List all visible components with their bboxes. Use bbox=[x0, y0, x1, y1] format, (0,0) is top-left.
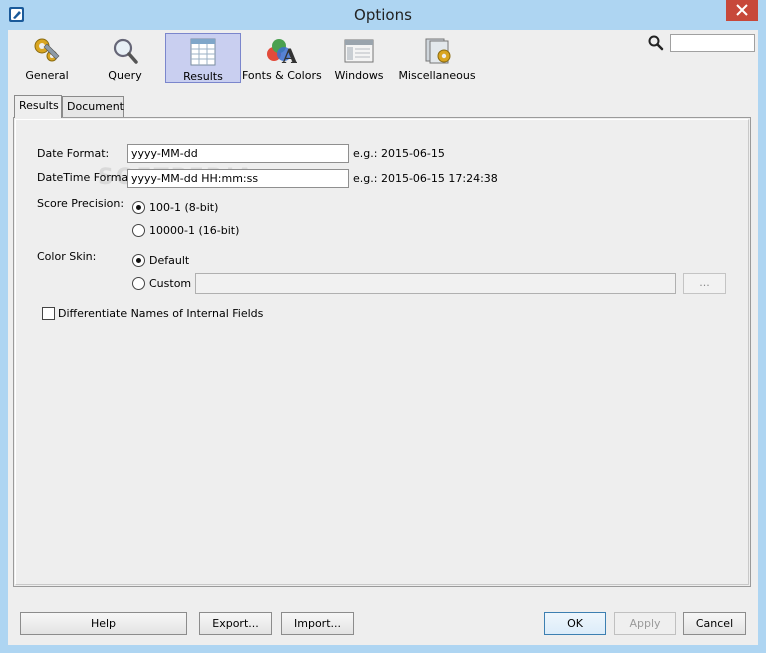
tab-document[interactable]: Document bbox=[62, 96, 124, 117]
toolbar-windows-label: Windows bbox=[334, 69, 384, 82]
windows-icon bbox=[344, 39, 374, 63]
category-toolbar: General Query Results A Fonts & Colors W… bbox=[8, 30, 758, 86]
toolbar-fonts-colors[interactable]: A Fonts & Colors bbox=[242, 33, 322, 83]
date-format-input[interactable]: yyyy-MM-dd bbox=[127, 144, 349, 163]
apply-button[interactable]: Apply bbox=[614, 612, 676, 635]
export-button[interactable]: Export... bbox=[199, 612, 272, 635]
client-area: General Query Results A Fonts & Colors W… bbox=[8, 30, 758, 645]
close-button[interactable] bbox=[726, 0, 758, 21]
differentiate-label: Differentiate Names of Internal Fields bbox=[58, 307, 264, 320]
svg-text:A: A bbox=[281, 44, 297, 66]
score-precision-label: Score Precision: bbox=[37, 197, 125, 210]
toolbar-miscellaneous-label: Miscellaneous bbox=[398, 69, 476, 82]
miscellaneous-icon bbox=[425, 38, 451, 64]
score-16bit-label: 10000-1 (16-bit) bbox=[149, 224, 240, 237]
toolbar-general[interactable]: General bbox=[8, 33, 86, 83]
cancel-button[interactable]: Cancel bbox=[683, 612, 746, 635]
toolbar-results-label: Results bbox=[183, 70, 223, 83]
custom-skin-field[interactable] bbox=[195, 273, 676, 294]
datetime-format-label: DateTime Format: bbox=[37, 171, 137, 184]
score-16bit-radio[interactable] bbox=[132, 224, 145, 237]
general-settings-icon bbox=[34, 38, 60, 62]
tab-results[interactable]: Results bbox=[14, 95, 62, 118]
color-skin-label: Color Skin: bbox=[37, 250, 97, 263]
browse-skin-button[interactable]: ... bbox=[683, 273, 726, 294]
date-format-example: e.g.: 2015-06-15 bbox=[353, 147, 445, 160]
close-icon bbox=[736, 4, 748, 16]
differentiate-checkbox[interactable] bbox=[42, 307, 55, 320]
toolbar-fonts-colors-label: Fonts & Colors bbox=[242, 69, 322, 82]
results-grid-icon bbox=[190, 38, 216, 66]
toolbar-general-label: General bbox=[25, 69, 69, 82]
skin-custom-label: Custom bbox=[149, 277, 192, 290]
title-bar[interactable]: Options bbox=[0, 0, 766, 30]
import-button[interactable]: Import... bbox=[281, 612, 354, 635]
toolbar-query-label: Query bbox=[108, 69, 142, 82]
magnifier-icon bbox=[113, 38, 138, 64]
toolbar-query[interactable]: Query bbox=[86, 33, 164, 83]
toolbar-results[interactable]: Results bbox=[165, 33, 241, 83]
search-icon bbox=[648, 35, 664, 51]
skin-default-radio[interactable] bbox=[132, 254, 145, 267]
search-input[interactable] bbox=[670, 34, 755, 52]
score-8bit-label: 100-1 (8-bit) bbox=[149, 201, 219, 214]
skin-custom-radio[interactable] bbox=[132, 277, 145, 290]
toolbar-windows[interactable]: Windows bbox=[320, 33, 398, 83]
options-window: Options General Query Results A Fonts & … bbox=[0, 0, 766, 653]
datetime-format-input[interactable]: yyyy-MM-dd HH:mm:ss bbox=[127, 169, 349, 188]
toolbar-miscellaneous[interactable]: Miscellaneous bbox=[398, 33, 476, 83]
help-button[interactable]: Help bbox=[20, 612, 187, 635]
fonts-colors-icon: A bbox=[267, 39, 297, 66]
ok-button[interactable]: OK bbox=[544, 612, 606, 635]
window-title: Options bbox=[354, 6, 412, 24]
score-8bit-radio[interactable] bbox=[132, 201, 145, 214]
skin-default-label: Default bbox=[149, 254, 190, 267]
datetime-format-example: e.g.: 2015-06-15 17:24:38 bbox=[353, 172, 498, 185]
date-format-label: Date Format: bbox=[37, 147, 110, 160]
